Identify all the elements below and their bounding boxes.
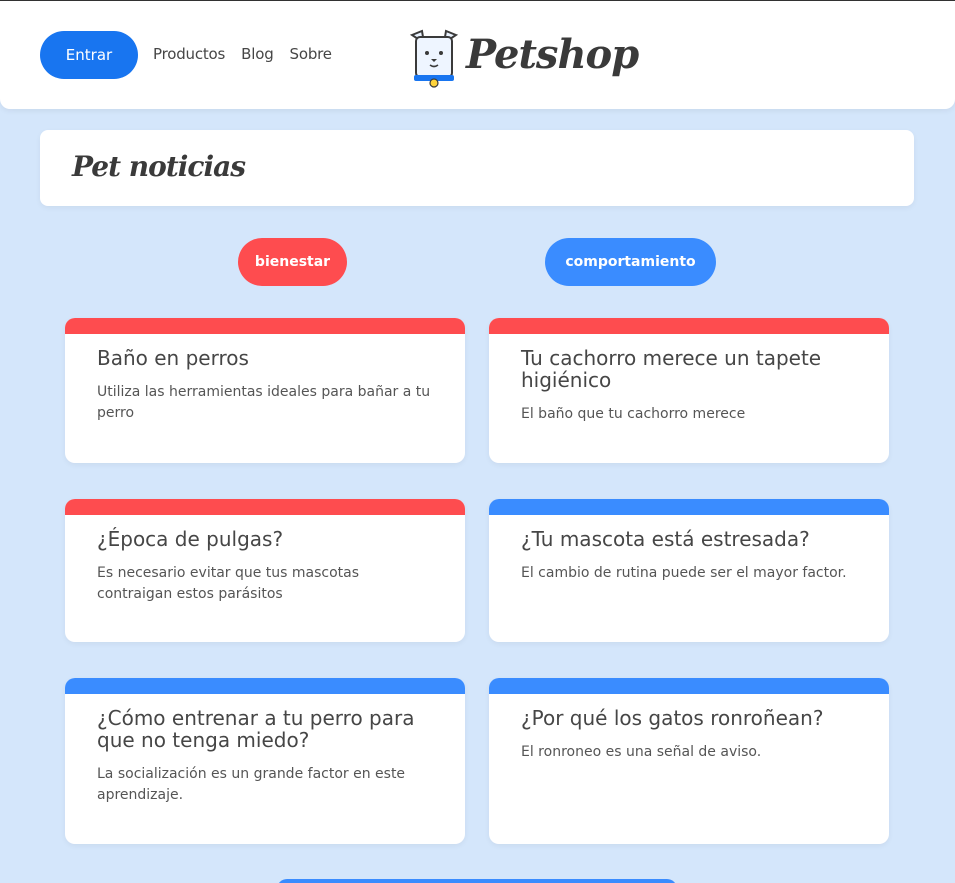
post-excerpt: El baño que tu cachorro merece <box>521 406 746 422</box>
category-bar <box>65 499 465 515</box>
category-bar <box>489 499 889 515</box>
logo-wordmark: Petshop <box>466 31 639 78</box>
page: Entrar Productos Blog Sobre Petshop Pet … <box>0 0 955 883</box>
post-excerpt: Utiliza las herramientas ideales para ba… <box>97 384 431 421</box>
filter-comportamiento-button[interactable]: comportamiento <box>545 238 716 286</box>
category-bar <box>489 678 889 694</box>
dog-mascot-icon <box>409 29 459 88</box>
post-card[interactable]: ¿Cómo entrenar a tu perro para que no te… <box>65 678 465 844</box>
category-bar <box>65 318 465 334</box>
nav-link-productos[interactable]: Productos <box>153 45 225 63</box>
post-card[interactable]: ¿Tu mascota está estresada? El cambio de… <box>489 499 889 642</box>
site-header: Entrar Productos Blog Sobre Petshop <box>0 1 955 109</box>
post-title: ¿Cómo entrenar a tu perro para que no te… <box>97 706 415 752</box>
post-card[interactable]: ¿Por qué los gatos ronroñean? El ronrone… <box>489 678 889 844</box>
post-title: ¿Época de pulgas? <box>97 527 284 551</box>
category-bar <box>489 318 889 334</box>
petshop-logo[interactable]: Petshop <box>408 29 639 93</box>
post-excerpt: El cambio de rutina puede ser el mayor f… <box>521 565 847 581</box>
section-title-card: Pet noticias <box>40 130 914 206</box>
post-excerpt: Es necesario evitar que tus mascotas con… <box>97 565 360 602</box>
post-card[interactable]: ¿Época de pulgas? Es necesario evitar qu… <box>65 499 465 642</box>
login-button[interactable]: Entrar <box>40 31 138 79</box>
post-excerpt: La socialización es un grande factor en … <box>97 766 406 803</box>
nav-link-blog[interactable]: Blog <box>241 45 274 63</box>
main-nav: Productos Blog Sobre <box>153 45 332 63</box>
filter-bienestar-button[interactable]: bienestar <box>238 238 347 286</box>
post-card[interactable]: Tu cachorro merece un tapete higiénico E… <box>489 318 889 463</box>
category-bar <box>65 678 465 694</box>
post-card[interactable]: Baño en perros Utiliza las herramientas … <box>65 318 465 463</box>
post-title: Baño en perros <box>97 346 249 370</box>
load-more-button[interactable] <box>277 879 677 883</box>
nav-link-sobre[interactable]: Sobre <box>290 45 332 63</box>
post-title: ¿Por qué los gatos ronroñean? <box>521 706 824 730</box>
page-title: Pet noticias <box>72 150 246 183</box>
post-excerpt: El ronroneo es una señal de aviso. <box>521 744 762 760</box>
post-title: ¿Tu mascota está estresada? <box>521 527 810 551</box>
post-title: Tu cachorro merece un tapete higiénico <box>521 346 822 392</box>
